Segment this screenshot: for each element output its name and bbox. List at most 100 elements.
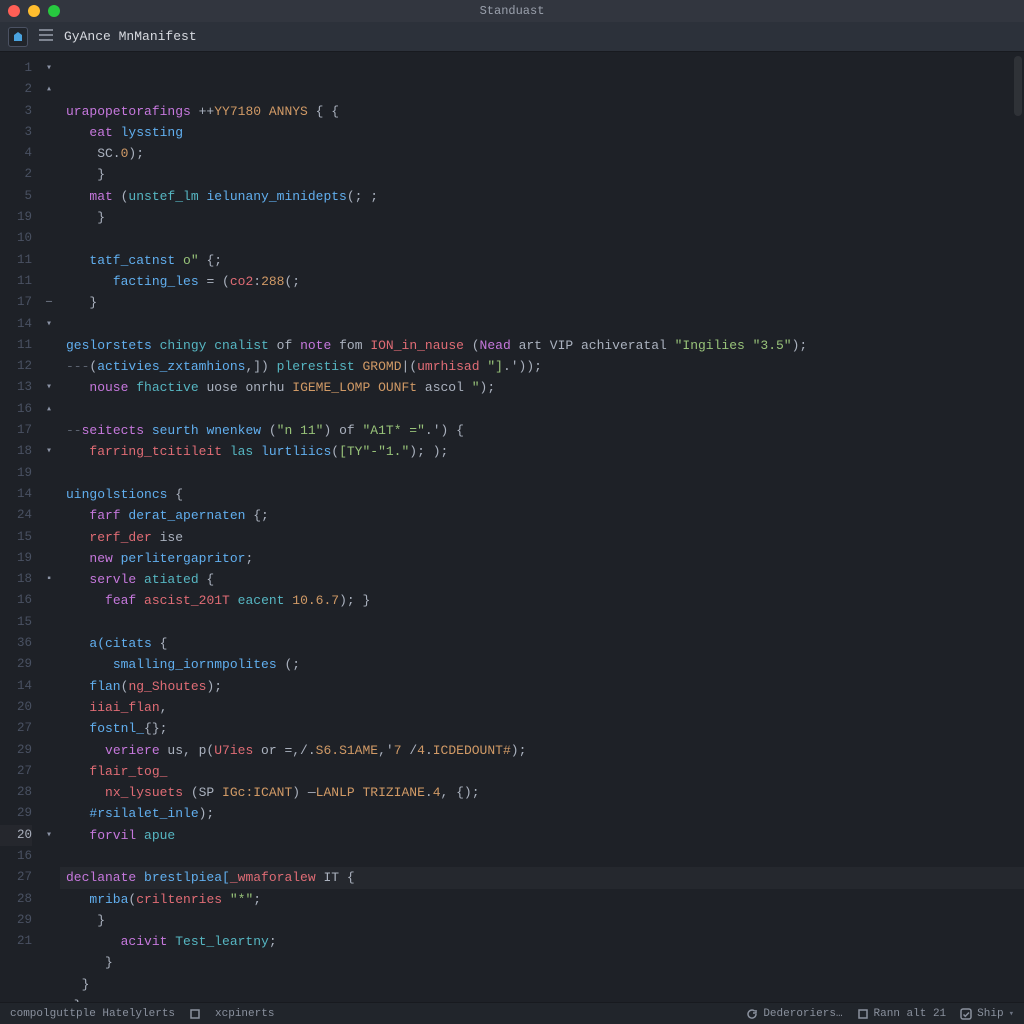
code-line[interactable]: nouse fhactive uose onrhu IGEME_LOMP OUN… [66,377,1024,398]
vertical-scrollbar[interactable] [1014,56,1022,116]
code-line[interactable]: } [66,910,1024,931]
code-line[interactable]: acivit Test_leartny; [66,931,1024,952]
code-line[interactable]: feaf ascist_201T eacent 10.6.7); } [66,590,1024,611]
code-line[interactable]: } [66,292,1024,313]
code-line[interactable]: nx_lysuets (SP IGc:ICANT) —LANLP TRIZIAN… [66,782,1024,803]
code-line[interactable]: a(citats { [66,633,1024,654]
code-line[interactable]: uingolstioncs { [66,484,1024,505]
fold-marker[interactable]: — [38,292,60,313]
code-line[interactable]: } [66,974,1024,995]
line-number: 11 [0,250,32,271]
check-icon [960,1008,972,1020]
fold-marker [38,910,60,931]
fold-marker[interactable]: ▾ [38,58,60,79]
fold-marker[interactable]: ▴ [38,79,60,100]
code-line[interactable]: } [66,207,1024,228]
code-editor[interactable]: urapopetorafings ++YY7180 ANNYS { { eat … [60,52,1024,1002]
line-number: 19 [0,463,32,484]
fold-marker[interactable]: ▾ [38,377,60,398]
code-line[interactable]: SC.0); [66,143,1024,164]
close-icon[interactable] [8,5,20,17]
line-number: 36 [0,633,32,654]
fold-marker [38,867,60,888]
app-icon[interactable] [8,27,28,47]
code-line[interactable]: facting_les = (co2:288(; [66,271,1024,292]
chevron-down-icon: ▾ [1009,1009,1014,1019]
code-line[interactable]: }; [66,995,1024,1002]
status-ship[interactable]: Ship ▾ [960,1008,1014,1020]
code-line[interactable]: declanate brestlpiea[_wmaforalew IT { [60,867,1024,888]
status-left-1[interactable]: compolguttple Hatelylerts [10,1008,175,1020]
code-line[interactable]: servle atiated { [66,569,1024,590]
line-number: 5 [0,186,32,207]
tab-file[interactable]: GyAnce MnManifest [64,29,197,44]
code-line[interactable]: new perlitergapritor; [66,548,1024,569]
maximize-icon[interactable] [48,5,60,17]
fold-marker[interactable]: ▾ [38,441,60,462]
line-number: 2 [0,79,32,100]
line-number: 16 [0,590,32,611]
line-number: 10 [0,228,32,249]
fold-marker [38,654,60,675]
line-number: 27 [0,761,32,782]
fold-marker [38,803,60,824]
code-line[interactable]: } [66,952,1024,973]
status-left-2[interactable]: xcpinerts [215,1008,274,1020]
line-number: 3 [0,122,32,143]
code-line[interactable]: farf derat_apernaten {; [66,505,1024,526]
code-line[interactable]: forvil apue [66,825,1024,846]
fold-marker[interactable]: ▴ [38,399,60,420]
line-number: 29 [0,740,32,761]
fold-marker[interactable]: ▾ [38,314,60,335]
code-line[interactable]: flan(ng_Shoutes); [66,676,1024,697]
line-number: 14 [0,314,32,335]
code-line[interactable] [66,399,1024,420]
code-line[interactable] [66,612,1024,633]
line-number: 3 [0,101,32,122]
status-sync[interactable]: Dederoriers… [746,1008,842,1020]
code-line[interactable] [66,314,1024,335]
sync-icon [746,1008,758,1020]
code-line[interactable] [66,846,1024,867]
editor-area: 1233425191011111714111213161718191424151… [0,52,1024,1002]
statusbar: compolguttple Hatelylerts xcpinerts Dede… [0,1002,1024,1024]
code-line[interactable]: eat lyssting [66,122,1024,143]
status-position[interactable]: Rann alt 21 [857,1008,947,1020]
line-number: 2 [0,164,32,185]
code-line[interactable] [66,228,1024,249]
code-line[interactable]: #rsilalet_inle); [66,803,1024,824]
window-controls [8,5,60,17]
line-number: 27 [0,867,32,888]
code-line[interactable]: veriere us, p(U7ies or =,/.S6.S1AME,'7 /… [66,740,1024,761]
fold-marker [38,590,60,611]
fold-marker [38,101,60,122]
code-line[interactable]: geslorstets chingy cnalist of note fom I… [66,335,1024,356]
line-number: 28 [0,889,32,910]
code-line[interactable] [66,463,1024,484]
fold-marker[interactable]: ▪ [38,569,60,590]
code-line[interactable]: mriba(criltenries "*"; [66,889,1024,910]
hamburger-icon[interactable] [38,28,54,46]
code-line[interactable]: rerf_der ise [66,527,1024,548]
code-line[interactable]: urapopetorafings ++YY7180 ANNYS { { [66,101,1024,122]
line-number: 14 [0,484,32,505]
code-line[interactable]: } [66,164,1024,185]
code-line[interactable]: mat (unstef_lm ielunany_minidepts(; ; [66,186,1024,207]
code-line[interactable]: --seitects seurth wnenkew ("n 11") of "A… [66,420,1024,441]
line-number: 28 [0,782,32,803]
code-line[interactable]: smalling_iornmpolites (; [66,654,1024,675]
line-number: 15 [0,527,32,548]
code-line[interactable]: ---(activies_zxtamhions,]) plerestist GR… [66,356,1024,377]
minimize-icon[interactable] [28,5,40,17]
code-line[interactable]: flair_tog_ [66,761,1024,782]
code-line[interactable]: fostnl_{}; [66,718,1024,739]
line-number: 18 [0,441,32,462]
code-line[interactable]: tatf_catnst o" {; [66,250,1024,271]
code-line[interactable]: farring_tcitileit las lurtliics([TY"-"1.… [66,441,1024,462]
fold-marker [38,718,60,739]
line-number: 1 [0,58,32,79]
fold-marker [38,931,60,952]
fold-marker[interactable]: ▾ [38,825,60,846]
line-number: 20 [0,697,32,718]
code-line[interactable]: iiai_flan, [66,697,1024,718]
